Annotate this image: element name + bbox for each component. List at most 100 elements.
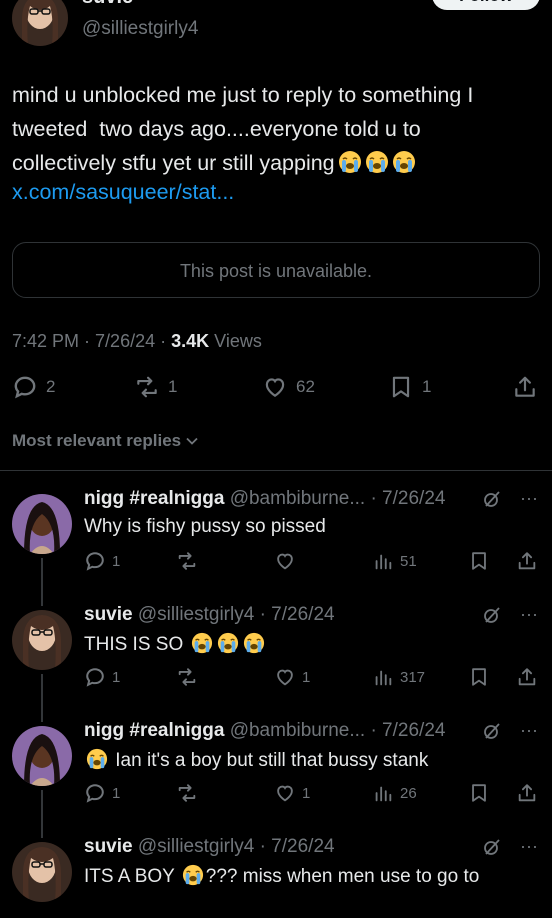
share-action[interactable] [512, 370, 538, 404]
reply-text: ITS A BOY ??? miss when men use to go to [84, 864, 479, 888]
reply-author-handle[interactable]: @silliestgirly4 [138, 604, 254, 625]
share-action[interactable] [516, 666, 538, 688]
reply-author-handle[interactable]: @bambiburne... [230, 488, 365, 509]
share-action[interactable] [516, 782, 538, 804]
loudly-crying-emoji [191, 632, 213, 654]
reply-item[interactable]: nigg #realnigga @bambiburne... · 7/26/24… [0, 720, 552, 838]
thread-line [41, 674, 43, 722]
reply-author-name[interactable]: suvie [84, 836, 133, 857]
views-count: 51 [400, 552, 417, 570]
reply-author-name[interactable]: nigg #realnigga [84, 720, 224, 741]
reply-item[interactable]: nigg #realnigga @bambiburne... · 7/26/24… [0, 488, 552, 606]
reply-text-after: ??? miss when men use to go to [205, 866, 480, 887]
bookmark-action[interactable] [468, 782, 490, 804]
reply-date: · 7/26/24 [259, 836, 335, 857]
reply-header: suvie @silliestgirly4 · 7/26/24 [84, 604, 335, 626]
repost-action[interactable] [176, 550, 204, 572]
repost-icon [137, 376, 157, 398]
reply-text: Ian it's a boy but still that bussy stan… [84, 748, 428, 772]
reply-avatar[interactable] [12, 726, 72, 786]
reply-count: 2 [46, 377, 56, 396]
views-action[interactable]: 317 [372, 666, 425, 688]
like-count: 1 [302, 784, 311, 802]
reply-header: nigg #realnigga @bambiburne... · 7/26/24 [84, 488, 445, 510]
post-action-bar: 2 1 62 1 [0, 370, 552, 404]
grok-icon[interactable] [482, 489, 502, 509]
repost-action[interactable] [176, 666, 204, 688]
reply-author-handle[interactable]: @silliestgirly4 [138, 836, 254, 857]
author-handle[interactable]: @silliestgirly4 [82, 18, 198, 40]
reply-icon [14, 376, 36, 399]
like-action[interactable]: 1 [274, 666, 310, 688]
reply-avatar[interactable] [12, 494, 72, 554]
divider [0, 470, 552, 471]
bookmark-icon [392, 376, 410, 398]
grok-icon[interactable] [482, 721, 502, 741]
reply-action[interactable]: 1 [84, 666, 120, 688]
share-icon [518, 784, 536, 802]
post-meta: 7:42 PM · 7/26/24 · 3.4K Views [12, 331, 262, 351]
loudly-crying-emoji [182, 864, 204, 886]
bookmark-action[interactable] [468, 550, 490, 572]
more-options-icon[interactable]: ··· [520, 720, 538, 741]
views-icon [375, 786, 392, 802]
thread-line [41, 790, 43, 838]
repost-count: 1 [168, 377, 178, 396]
like-count: 62 [296, 377, 315, 396]
loudly-crying-emoji [392, 150, 416, 174]
replies-sort-label: Most relevant replies [12, 431, 182, 450]
bookmark-action[interactable]: 1 [388, 370, 431, 404]
views-count: 317 [400, 668, 426, 686]
repost-action[interactable]: 1 [134, 370, 177, 404]
grok-icon[interactable] [482, 837, 502, 857]
chevron-down-icon [186, 437, 198, 445]
post-time: 7:42 PM [12, 331, 80, 351]
reply-avatar[interactable] [12, 610, 72, 670]
follow-button[interactable]: Follow [432, 0, 540, 10]
reply-header: suvie @silliestgirly4 · 7/26/24 [84, 836, 335, 858]
reply-author-name[interactable]: suvie [84, 604, 133, 625]
bookmark-action[interactable] [468, 666, 490, 688]
like-action[interactable] [274, 550, 302, 572]
reply-author-name[interactable]: nigg #realnigga [84, 488, 224, 509]
heart-icon [265, 378, 285, 397]
post-author: suvie @silliestgirly4 Follow [0, 0, 552, 56]
reply-author-handle[interactable]: @bambiburne... [230, 720, 365, 741]
share-icon [518, 668, 536, 686]
reply-action-bar: 1 1 317 [84, 666, 540, 692]
author-avatar[interactable] [12, 0, 68, 46]
reply-item[interactable]: suvie @silliestgirly4 · 7/26/24 ··· ITS … [0, 836, 552, 918]
unavailable-quote[interactable]: This post is unavailable. [12, 242, 540, 298]
reply-avatar[interactable] [12, 842, 72, 902]
reply-top-icons: ··· [482, 720, 538, 741]
reply-icon [86, 668, 104, 687]
reply-action[interactable]: 2 [12, 370, 55, 404]
grok-icon[interactable] [482, 605, 502, 625]
reply-top-icons: ··· [482, 836, 538, 857]
repost-icon [178, 668, 196, 686]
thread-line [41, 558, 43, 606]
reply-top-icons: ··· [482, 488, 538, 509]
bookmark-icon [472, 552, 486, 570]
more-options-icon[interactable]: ··· [520, 488, 538, 509]
reply-action[interactable]: 1 [84, 550, 120, 572]
reply-item[interactable]: suvie @silliestgirly4 · 7/26/24 ··· THIS… [0, 604, 552, 722]
reply-count: 1 [112, 668, 121, 686]
share-action[interactable] [516, 550, 538, 572]
repost-action[interactable] [176, 782, 204, 804]
more-options-icon[interactable]: ··· [520, 836, 538, 857]
like-action[interactable]: 1 [274, 782, 310, 804]
post-date: 7/26/24 [95, 331, 156, 351]
reply-icon [86, 784, 104, 803]
reply-action[interactable]: 1 [84, 782, 120, 804]
views-action[interactable]: 26 [372, 782, 417, 804]
heart-icon [277, 553, 293, 570]
views-action[interactable]: 51 [372, 550, 417, 572]
heart-icon [277, 669, 293, 686]
post-link[interactable]: x.com/sasuqueer/stat... [12, 180, 234, 205]
replies-sort-dropdown[interactable]: Most relevant replies [12, 431, 200, 451]
author-name[interactable]: suvie [82, 0, 133, 9]
heart-icon [277, 785, 293, 802]
like-action[interactable]: 62 [262, 370, 315, 404]
more-options-icon[interactable]: ··· [520, 604, 538, 625]
